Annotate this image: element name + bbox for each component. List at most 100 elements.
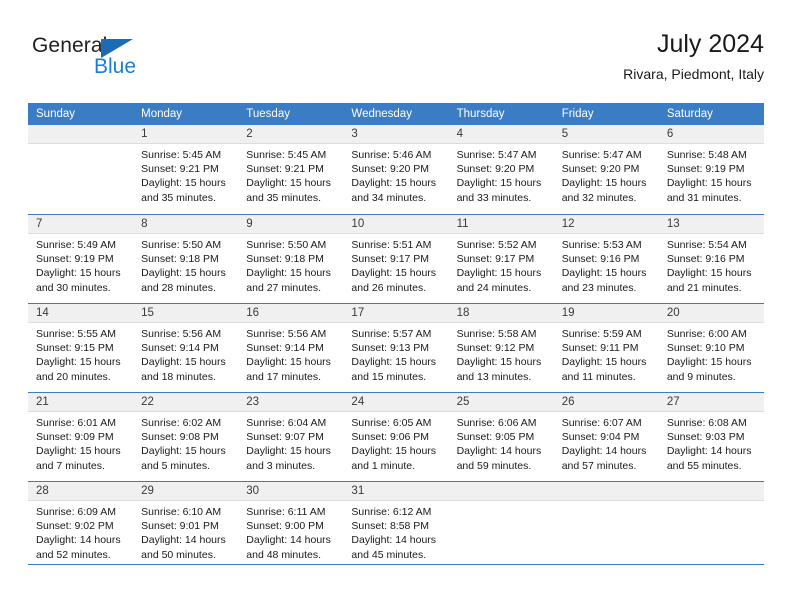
daylight-text-line1: Daylight: 15 hours: [246, 177, 331, 190]
day-number: 20: [666, 307, 680, 319]
calendar-day-cell[interactable]: 11 Sunrise: 5:52 AM Sunset: 9:17 PM Dayligh…: [448, 215, 554, 303]
daylight-text-line1: Daylight: 15 hours: [246, 445, 331, 458]
daylight-text-line2: and 48 minutes.: [246, 548, 321, 561]
calendar-day-cell[interactable]: 7 Sunrise: 5:49 AM Sunset: 9:19 PM Daylight…: [28, 215, 134, 303]
calendar-day-cell[interactable]: 19 Sunrise: 5:59 AM Sunset: 9:11 PM Dayligh…: [553, 304, 659, 392]
daylight-text-line2: and 21 minutes.: [666, 281, 742, 294]
logo-text-blue: Blue: [94, 55, 137, 78]
day-number: 9: [246, 218, 253, 230]
calendar-day-cell[interactable]: 9 Sunrise: 5:50 AM Sunset: 9:18 PM Daylight…: [238, 215, 344, 303]
day-number-band: 11: [448, 215, 554, 234]
sunrise-text: Sunrise: 5:50 AM: [246, 239, 327, 251]
sunset-text: Sunset: 9:12 PM: [456, 342, 535, 355]
daylight-text-line2: and 52 minutes.: [36, 548, 111, 561]
calendar-day-cell[interactable]: 5 Sunrise: 5:47 AM Sunset: 9:20 PM Daylight…: [553, 125, 659, 214]
day-number-band: 24: [343, 393, 449, 412]
day-number-band: 31: [343, 482, 449, 501]
calendar-day-cell[interactable]: 1 Sunrise: 5:45 AM Sunset: 9:21 PM Daylight…: [133, 125, 239, 214]
weekday-header-saturday: Saturday: [666, 108, 713, 120]
day-number-band: 19: [553, 304, 659, 323]
day-sun-info: Sunrise: 6:12 AM Sunset: 8:58 PM Daylight:…: [343, 501, 448, 562]
day-number-band: 2: [238, 125, 344, 144]
sunrise-text: Sunrise: 5:47 AM: [456, 149, 537, 161]
calendar-week-row: 1 Sunrise: 5:45 AM Sunset: 9:21 PM Daylight…: [28, 125, 764, 214]
calendar-day-cell[interactable]: 14 Sunrise: 5:55 AM Sunset: 9:15 PM Dayligh…: [28, 304, 134, 392]
sunset-text: Sunset: 9:20 PM: [351, 163, 430, 176]
daylight-text-line2: and 34 minutes.: [351, 191, 427, 204]
sunset-text: Sunset: 9:19 PM: [666, 163, 745, 176]
daylight-text-line2: and 33 minutes.: [456, 191, 532, 204]
daylight-text-line1: Daylight: 15 hours: [561, 267, 647, 280]
daylight-text-line2: and 59 minutes.: [456, 459, 532, 472]
day-number-band: 9: [238, 215, 344, 234]
calendar-day-cell[interactable]: 18 Sunrise: 5:58 AM Sunset: 9:12 PM Dayligh…: [448, 304, 554, 392]
calendar-bottom-rule: [28, 564, 764, 565]
calendar-day-cell[interactable]: 10 Sunrise: 5:51 AM Sunset: 9:17 PM Dayligh…: [343, 215, 449, 303]
daylight-text-line2: and 13 minutes.: [456, 370, 532, 383]
calendar-day-cell-empty: [658, 482, 764, 570]
day-number-band: 30: [238, 482, 344, 501]
day-sun-info: Sunrise: 5:51 AM Sunset: 9:17 PM Daylight:…: [343, 234, 448, 295]
sunset-text: Sunset: 9:05 PM: [456, 431, 535, 444]
calendar-day-cell[interactable]: 3 Sunrise: 5:46 AM Sunset: 9:20 PM Daylight…: [343, 125, 449, 214]
day-number: 27: [666, 396, 680, 408]
sunset-text: Sunset: 9:13 PM: [351, 342, 430, 355]
calendar-day-cell[interactable]: 24 Sunrise: 6:05 AM Sunset: 9:06 PM Dayligh…: [343, 393, 449, 481]
calendar-day-cell[interactable]: 20 Sunrise: 6:00 AM Sunset: 9:10 PM Dayligh…: [658, 304, 764, 392]
daylight-text-line2: and 1 minute.: [351, 459, 416, 472]
daylight-text-line1: Daylight: 15 hours: [666, 356, 752, 369]
day-number-band: 20: [658, 304, 764, 323]
day-number-band: 28: [28, 482, 134, 501]
sunrise-text: Sunrise: 6:10 AM: [141, 506, 222, 518]
calendar-day-cell[interactable]: 22 Sunrise: 6:02 AM Sunset: 9:08 PM Dayligh…: [133, 393, 239, 481]
calendar-day-cell[interactable]: 13 Sunrise: 5:54 AM Sunset: 9:16 PM Dayligh…: [658, 215, 764, 303]
day-sun-info: Sunrise: 6:11 AM Sunset: 9:00 PM Daylight:…: [238, 501, 343, 562]
daylight-text-line2: and 7 minutes.: [36, 459, 105, 472]
calendar-day-cell[interactable]: 17 Sunrise: 5:57 AM Sunset: 9:13 PM Dayligh…: [343, 304, 449, 392]
daylight-text-line1: Daylight: 15 hours: [141, 267, 226, 280]
day-number-band: 27: [658, 393, 764, 412]
calendar-day-cell[interactable]: 8 Sunrise: 5:50 AM Sunset: 9:18 PM Daylight…: [133, 215, 239, 303]
calendar-day-cell[interactable]: 29 Sunrise: 6:10 AM Sunset: 9:01 PM Dayligh…: [133, 482, 239, 570]
calendar-day-cell[interactable]: 30 Sunrise: 6:11 AM Sunset: 9:00 PM Dayligh…: [238, 482, 344, 570]
sunset-text: Sunset: 9:01 PM: [141, 520, 219, 533]
day-sun-info: Sunrise: 5:52 AM Sunset: 9:17 PM Daylight:…: [449, 234, 554, 295]
calendar-day-cell[interactable]: 4 Sunrise: 5:47 AM Sunset: 9:20 PM Daylight…: [448, 125, 554, 214]
calendar-day-cell[interactable]: 2 Sunrise: 5:45 AM Sunset: 9:21 PM Daylight…: [238, 125, 344, 214]
calendar-day-cell[interactable]: 15 Sunrise: 5:56 AM Sunset: 9:14 PM Dayligh…: [133, 304, 239, 392]
calendar-week-row: 7 Sunrise: 5:49 AM Sunset: 9:19 PM Daylight…: [28, 214, 764, 303]
general-blue-logo: General Blue: [32, 34, 162, 88]
calendar-day-cell[interactable]: 25 Sunrise: 6:06 AM Sunset: 9:05 PM Dayligh…: [448, 393, 554, 481]
sunset-text: Sunset: 9:18 PM: [141, 253, 219, 266]
day-number-band: 29: [133, 482, 239, 501]
calendar-day-cell[interactable]: 27 Sunrise: 6:08 AM Sunset: 9:03 PM Dayligh…: [658, 393, 764, 481]
page-title: July 2024: [656, 30, 764, 58]
calendar-day-cell[interactable]: 6 Sunrise: 5:48 AM Sunset: 9:19 PM Daylight…: [658, 125, 764, 214]
day-sun-info: Sunrise: 5:56 AM Sunset: 9:14 PM Daylight:…: [133, 323, 238, 384]
calendar-week-row: 28 Sunrise: 6:09 AM Sunset: 9:02 PM Dayligh…: [28, 481, 764, 570]
day-number-band: 16: [238, 304, 344, 323]
daylight-text-line1: Daylight: 15 hours: [561, 356, 647, 369]
day-number: 2: [246, 128, 253, 140]
day-sun-info: Sunrise: 6:08 AM Sunset: 9:03 PM Daylight:…: [659, 412, 764, 473]
daylight-text-line2: and 50 minutes.: [141, 548, 216, 561]
daylight-text-line1: Daylight: 15 hours: [666, 177, 752, 190]
daylight-text-line1: Daylight: 15 hours: [36, 445, 121, 458]
daylight-text-line1: Daylight: 15 hours: [456, 177, 542, 190]
calendar-day-cell[interactable]: 26 Sunrise: 6:07 AM Sunset: 9:04 PM Dayligh…: [553, 393, 659, 481]
day-number-band: 8: [133, 215, 239, 234]
calendar-day-cell[interactable]: 28 Sunrise: 6:09 AM Sunset: 9:02 PM Dayligh…: [28, 482, 134, 570]
sunrise-text: Sunrise: 5:51 AM: [351, 239, 432, 251]
calendar-day-cell[interactable]: 31 Sunrise: 6:12 AM Sunset: 8:58 PM Dayligh…: [343, 482, 449, 570]
day-sun-info: Sunrise: 6:00 AM Sunset: 9:10 PM Daylight:…: [659, 323, 764, 384]
calendar-day-cell[interactable]: 21 Sunrise: 6:01 AM Sunset: 9:09 PM Dayligh…: [28, 393, 134, 481]
calendar-day-cell[interactable]: 16 Sunrise: 5:56 AM Sunset: 9:14 PM Dayligh…: [238, 304, 344, 392]
calendar-day-cell[interactable]: 12 Sunrise: 5:53 AM Sunset: 9:16 PM Dayligh…: [553, 215, 659, 303]
sunrise-text: Sunrise: 6:05 AM: [351, 417, 432, 429]
day-number-band: 23: [238, 393, 344, 412]
daylight-text-line1: Daylight: 15 hours: [351, 267, 437, 280]
day-number-band: 15: [133, 304, 239, 323]
calendar-day-cell[interactable]: 23 Sunrise: 6:04 AM Sunset: 9:07 PM Dayligh…: [238, 393, 344, 481]
daylight-text-line1: Daylight: 14 hours: [36, 534, 121, 547]
sunrise-text: Sunrise: 6:08 AM: [666, 417, 747, 429]
